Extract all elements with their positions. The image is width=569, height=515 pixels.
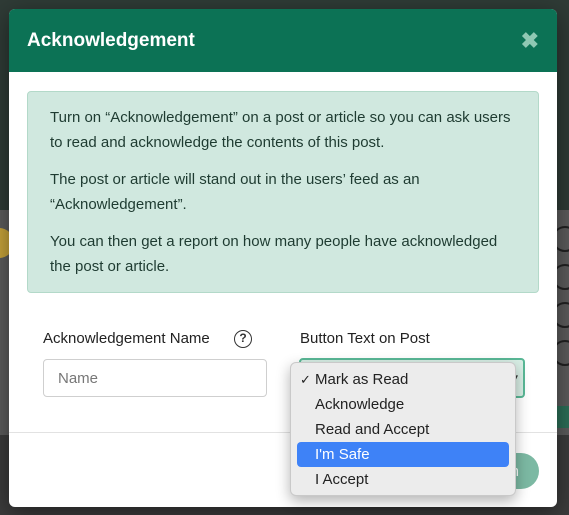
info-alert: Turn on “Acknowledgement” on a post or a… — [27, 91, 539, 293]
dropdown-option-read-and-accept[interactable]: Read and Accept — [297, 417, 509, 442]
close-icon[interactable]: ✖ — [521, 29, 539, 52]
dropdown-option-mark-as-read[interactable]: ✓ Mark as Read — [297, 367, 509, 392]
option-label: I Accept — [315, 471, 369, 488]
modal-header: Acknowledgement ✖ — [9, 9, 557, 72]
info-paragraph: The post or article will stand out in th… — [50, 171, 420, 213]
option-label: Mark as Read — [315, 371, 409, 388]
option-label: Acknowledge — [315, 396, 405, 413]
dropdown-option-acknowledge[interactable]: Acknowledge — [297, 392, 509, 417]
button-text-label: Button Text on Post — [300, 330, 430, 347]
checkmark-icon: ✓ — [300, 372, 311, 387]
acknowledgement-name-input[interactable] — [43, 359, 267, 397]
info-paragraph: Turn on “Acknowledgement” on a post or a… — [50, 109, 511, 151]
dropdown-option-i-accept[interactable]: I Accept — [297, 467, 509, 492]
info-paragraph: You can then get a report on how many pe… — [50, 233, 498, 275]
acknowledgement-name-label: Acknowledgement Name — [43, 330, 210, 347]
dropdown-option-im-safe[interactable]: I'm Safe — [297, 442, 509, 467]
option-label: Read and Accept — [315, 421, 430, 438]
question-circle-icon[interactable]: ? — [234, 330, 252, 348]
modal-title: Acknowledgement — [27, 29, 195, 51]
button-text-dropdown-menu: ✓ Mark as Read Acknowledge Read and Acce… — [290, 362, 516, 496]
option-label: I'm Safe — [315, 446, 370, 463]
